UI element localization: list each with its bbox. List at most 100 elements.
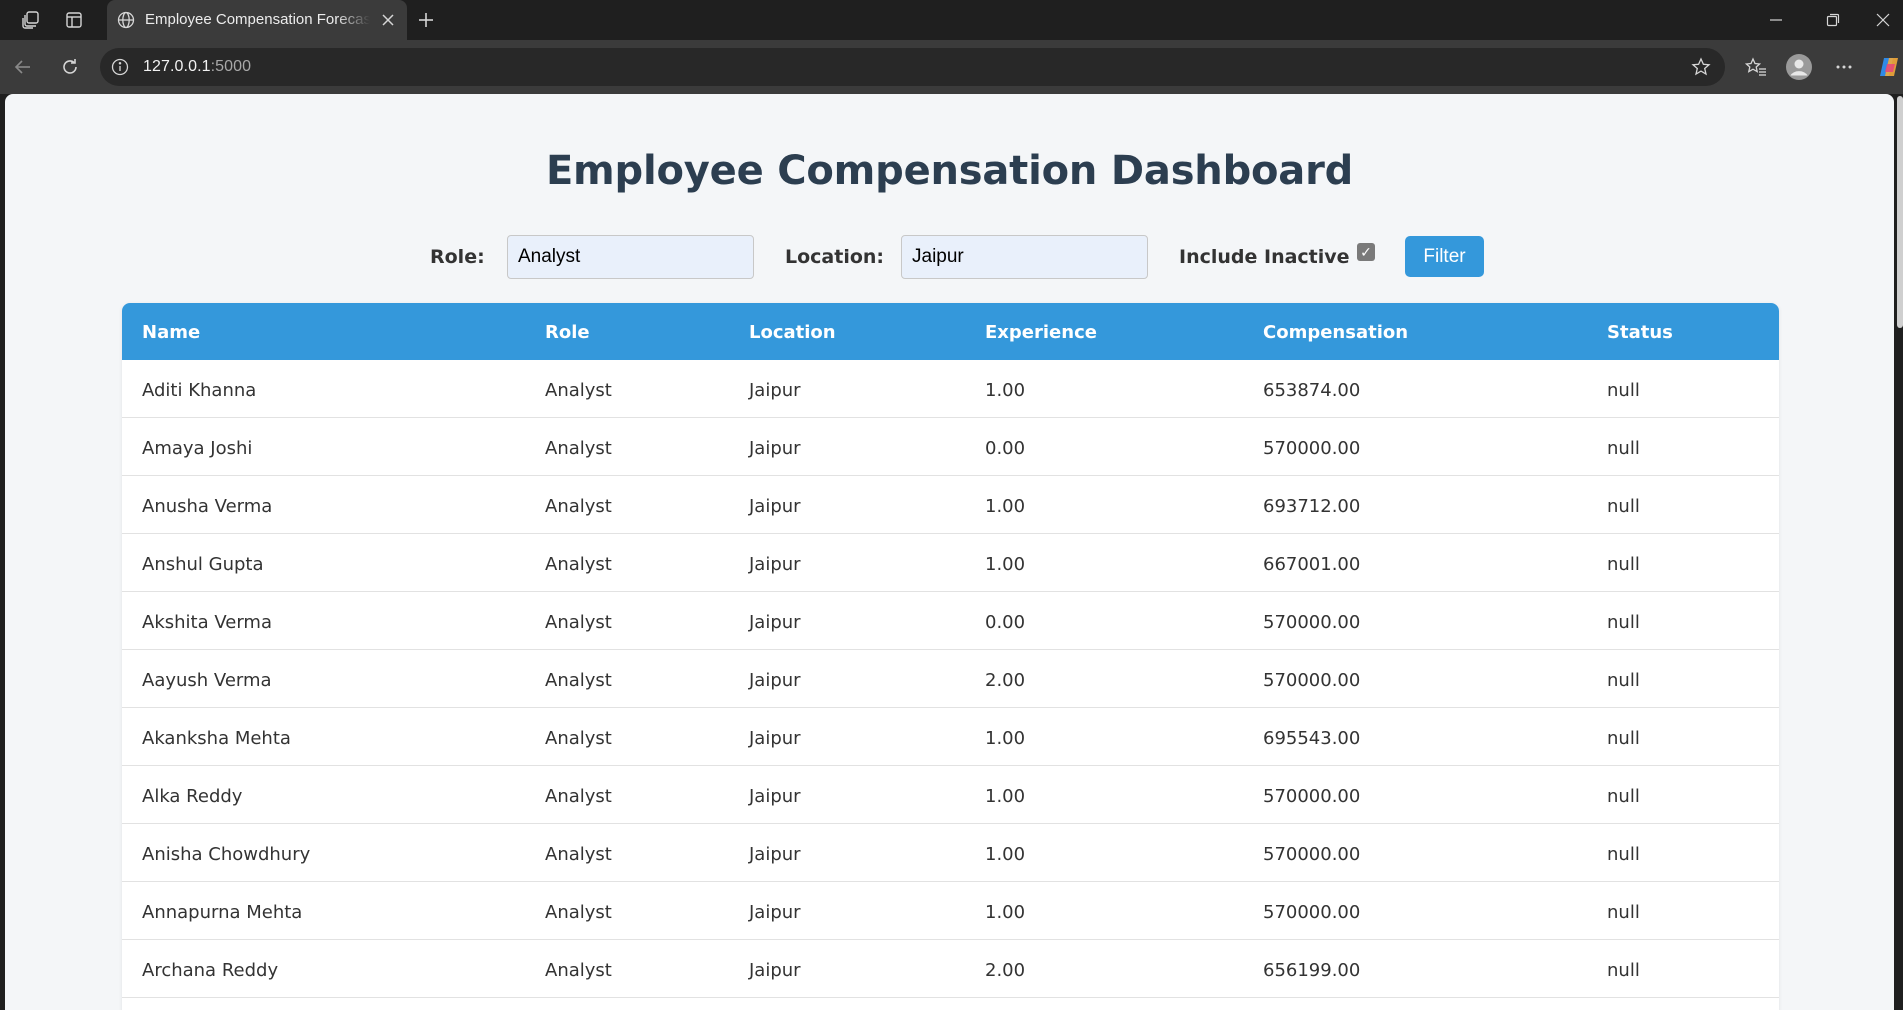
cell-status: null — [1607, 786, 1640, 807]
role-input[interactable] — [507, 235, 754, 279]
cell-experience: 1.00 — [985, 380, 1026, 401]
more-menu-icon[interactable] — [1831, 54, 1857, 80]
cell-role: Analyst — [545, 380, 612, 401]
cell-compensation: 570000.00 — [1263, 786, 1361, 807]
table-row: Aditi Khanna Analyst Jaipur 1.00 653874.00 nu… — [122, 360, 1779, 418]
table-row: Amaya Joshi Analyst Jaipur 0.00 570000.00 nul… — [122, 418, 1779, 476]
table-row: Anshul Gupta Analyst Jaipur 1.00 667001.00 nu… — [122, 534, 1779, 592]
cell-status: null — [1607, 960, 1640, 981]
cell-name: Annapurna Mehta — [142, 902, 303, 923]
cell-role: Analyst — [545, 786, 612, 807]
include-inactive-checkbox[interactable]: ✓ — [1357, 243, 1375, 261]
column-header-role[interactable]: Role — [545, 322, 590, 343]
cell-role: Analyst — [545, 728, 612, 749]
copilot-icon[interactable] — [1876, 53, 1903, 81]
minimize-icon[interactable] — [1764, 10, 1788, 30]
cell-name: Aayush Verma — [142, 670, 272, 691]
cell-role: Analyst — [545, 670, 612, 691]
table-row: Aayush Verma Analyst Jaipur 2.00 570000.00 nu… — [122, 650, 1779, 708]
table-row: Akshita Verma Analyst Jaipur 0.00 570000.00 n… — [122, 592, 1779, 650]
favorite-star-icon[interactable] — [1690, 56, 1712, 78]
cell-role: Analyst — [545, 612, 612, 633]
cell-experience: 2.00 — [985, 670, 1026, 691]
cell-location: Jaipur — [749, 380, 801, 401]
location-input[interactable] — [901, 235, 1148, 279]
favorites-icon[interactable] — [1743, 54, 1769, 80]
cell-compensation: 653874.00 — [1263, 380, 1361, 401]
cell-name: Aditi Khanna — [142, 380, 257, 401]
cell-compensation: 570000.00 — [1263, 438, 1361, 459]
close-tab-icon[interactable] — [378, 10, 398, 30]
cell-experience: 1.00 — [985, 902, 1026, 923]
reload-icon[interactable] — [57, 54, 83, 80]
filter-button[interactable]: Filter — [1405, 236, 1484, 277]
cell-name: Amaya Joshi — [142, 438, 253, 459]
cell-compensation: 570000.00 — [1263, 844, 1361, 865]
cell-name: Akshita Verma — [142, 612, 272, 633]
active-tab[interactable]: Employee Compensation Forecast — [107, 0, 407, 40]
table-row: Archana Reddy Analyst Jaipur 2.00 656199.00 n… — [122, 940, 1779, 998]
cell-status: null — [1607, 438, 1640, 459]
column-header-compensation[interactable]: Compensation — [1263, 322, 1408, 343]
cell-location: Jaipur — [749, 670, 801, 691]
role-label: Role: — [430, 246, 485, 268]
column-header-name[interactable]: Name — [142, 322, 200, 343]
cell-status: null — [1607, 728, 1640, 749]
table-row: Akanksha Mehta Analyst Jaipur 1.00 695543.00… — [122, 708, 1779, 766]
cell-location: Jaipur — [749, 960, 801, 981]
cell-status: null — [1607, 612, 1640, 633]
location-label: Location: — [785, 246, 885, 268]
cell-role: Analyst — [545, 902, 612, 923]
url-text: 127.0.0.1:5000 — [143, 58, 252, 75]
back-icon[interactable] — [10, 54, 36, 80]
cell-compensation: 570000.00 — [1263, 670, 1361, 691]
globe-icon — [116, 10, 136, 30]
address-bar[interactable]: 127.0.0.1:5000 — [100, 48, 1725, 86]
page-title: Employee Compensation Dashboard — [545, 148, 1354, 194]
column-header-experience[interactable]: Experience — [985, 322, 1097, 343]
new-tab-icon[interactable] — [414, 9, 438, 31]
column-header-location[interactable]: Location — [749, 322, 836, 343]
page-viewport: Employee Compensation Dashboard Role: Lo… — [5, 94, 1894, 1010]
cell-location: Jaipur — [749, 902, 801, 923]
include-inactive-label: Include Inactive — [1179, 246, 1350, 268]
employee-table: Name Role Location Experience Compensati… — [122, 303, 1779, 1010]
cell-experience: 2.00 — [985, 960, 1026, 981]
cell-compensation: 570000.00 — [1263, 612, 1361, 633]
cell-location: Jaipur — [749, 786, 801, 807]
cell-location: Jaipur — [749, 612, 801, 633]
tab-strip: Employee Compensation Forecast — [0, 0, 1903, 40]
cell-name: Archana Reddy — [142, 960, 279, 981]
cell-name: Akanksha Mehta — [142, 728, 291, 749]
site-info-icon[interactable] — [110, 57, 130, 77]
vertical-tabs-icon[interactable] — [62, 9, 86, 31]
cell-compensation: 693712.00 — [1263, 496, 1361, 517]
cell-compensation: 570000.00 — [1263, 902, 1361, 923]
cell-experience: 1.00 — [985, 844, 1026, 865]
cell-role: Analyst — [545, 844, 612, 865]
restore-icon[interactable] — [1821, 10, 1845, 30]
cell-location: Jaipur — [749, 844, 801, 865]
close-window-icon[interactable] — [1871, 10, 1895, 30]
scrollbar-thumb[interactable] — [1897, 96, 1903, 328]
table-header: Name Role Location Experience Compensati… — [122, 303, 1779, 360]
cell-name: Alka Reddy — [142, 786, 243, 807]
profile-avatar-icon[interactable] — [1785, 53, 1813, 81]
cell-experience: 0.00 — [985, 438, 1026, 459]
cell-compensation: 656199.00 — [1263, 960, 1361, 981]
cell-status: null — [1607, 380, 1640, 401]
cell-location: Jaipur — [749, 438, 801, 459]
cell-experience: 0.00 — [985, 612, 1026, 633]
cell-experience: 1.00 — [985, 728, 1026, 749]
cell-experience: 1.00 — [985, 554, 1026, 575]
table-row: Anisha Chowdhury Analyst Jaipur 1.00 570000.… — [122, 824, 1779, 882]
cell-status: null — [1607, 496, 1640, 517]
cell-status: null — [1607, 554, 1640, 575]
workspaces-icon[interactable] — [19, 9, 43, 31]
cell-name: Anusha Verma — [142, 496, 273, 517]
column-header-status[interactable]: Status — [1607, 322, 1673, 343]
cell-compensation: 695543.00 — [1263, 728, 1361, 749]
cell-status: null — [1607, 844, 1640, 865]
cell-location: Jaipur — [749, 728, 801, 749]
cell-location: Jaipur — [749, 554, 801, 575]
